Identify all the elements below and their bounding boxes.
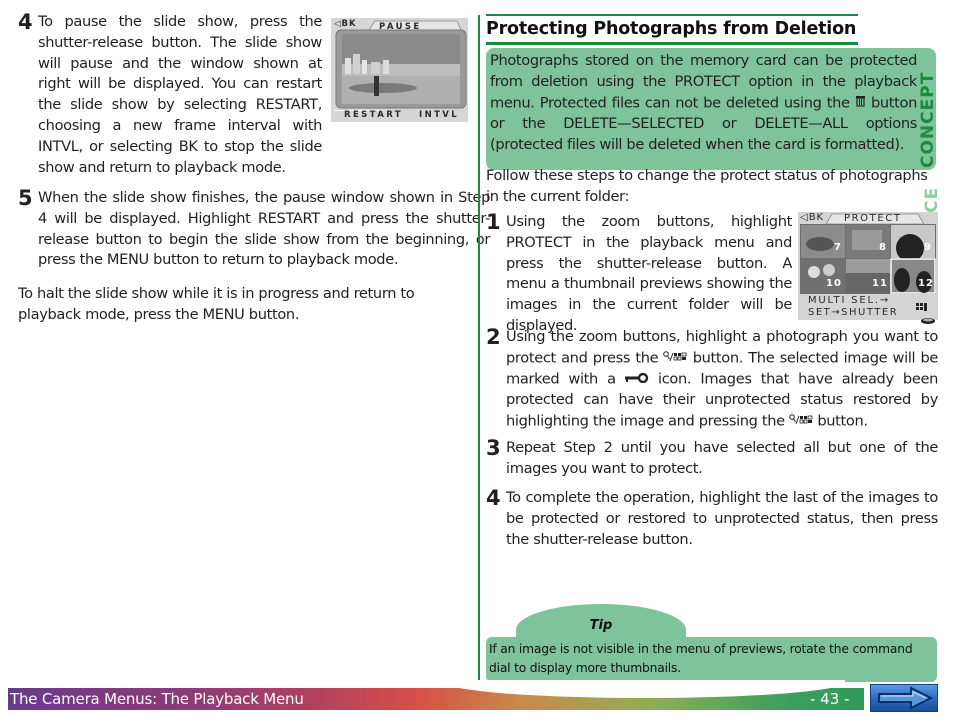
concept-box: Photographs stored on the memory card ca…: [486, 48, 938, 170]
step-number: 1: [486, 210, 501, 234]
footer-chapter-title: The Camera Menus: The Playback Menu: [10, 690, 304, 708]
protect-title: PROTECT: [844, 213, 902, 224]
column-divider: [478, 15, 480, 681]
protect-screen-illustration: ◁BK PROTECT 7 8 9 10 11 12 MULTI SEL.→ S…: [798, 212, 938, 324]
restart-option: RESTART: [344, 110, 403, 120]
tip-box: If an image is not visible in the menu o…: [486, 637, 937, 682]
slideshow-step-5: 5 When the slide show finishes, the paus…: [18, 186, 490, 271]
concept-text: Photographs stored on the memory card ca…: [490, 51, 917, 155]
tip-label: Tip: [589, 618, 613, 633]
concept-tag: CONCEPT: [916, 48, 938, 170]
step-text: To pause the slide show, press the shutt…: [38, 13, 322, 176]
intro-text: Follow these steps to change the protect…: [486, 167, 928, 205]
section-title: Protecting Photographs from Deletion: [486, 14, 858, 45]
protect-step-3: 3 Repeat Step 2 until you have selected …: [486, 436, 938, 480]
concept-text-part: Photographs stored on the memory card ca…: [490, 52, 917, 111]
pause-screen-illustration: ◁BK PAUSE RESTART INTVL: [331, 18, 468, 122]
step-text: To complete the operation, highlight the…: [506, 489, 938, 548]
page-number: - 43 -: [810, 690, 850, 708]
set-shutter-hint: SET→SHUTTER: [808, 307, 899, 318]
back-label: ◁BK: [800, 212, 825, 223]
step-text: When the slide show finishes, the pause …: [38, 189, 490, 269]
slideshow-step-4: 4 To pause the slide show, press the shu…: [18, 10, 322, 178]
trash-icon: [855, 93, 866, 114]
protect-step-1: 1 Using the zoom buttons, highlight PROT…: [486, 210, 792, 337]
pause-title: PAUSE: [379, 22, 422, 32]
next-page-button[interactable]: [870, 684, 938, 712]
intvl-option: INTVL: [419, 110, 460, 120]
zoom-thumbnail-button-icon: [789, 411, 813, 432]
step-text: Using the zoom buttons, highlight PROTEC…: [506, 213, 792, 334]
step-number: 2: [486, 325, 501, 349]
multi-select-hint: MULTI SEL.→: [808, 295, 890, 306]
pause-frame: [334, 20, 467, 111]
halt-instruction: To halt the slide show while it is in pr…: [18, 285, 415, 323]
step-number: 4: [486, 486, 501, 510]
concept-label: CONCEPT: [918, 71, 938, 168]
step-number: 3: [486, 436, 501, 460]
zoom-thumbnail-button-icon: [663, 348, 687, 369]
step-text-part: button.: [813, 412, 868, 430]
protect-step-4: 4 To complete the operation, highlight t…: [486, 486, 938, 550]
step-number: 5: [18, 186, 33, 210]
arrow-right-icon: [878, 686, 934, 710]
tip-text: If an image is not visible in the menu o…: [489, 642, 913, 675]
key-icon: [624, 369, 649, 390]
protect-step-2: 2 Using the zoom buttons, highlight a ph…: [486, 325, 938, 432]
step-text: Repeat Step 2 until you have selected al…: [506, 439, 938, 477]
step-number: 4: [18, 10, 33, 34]
